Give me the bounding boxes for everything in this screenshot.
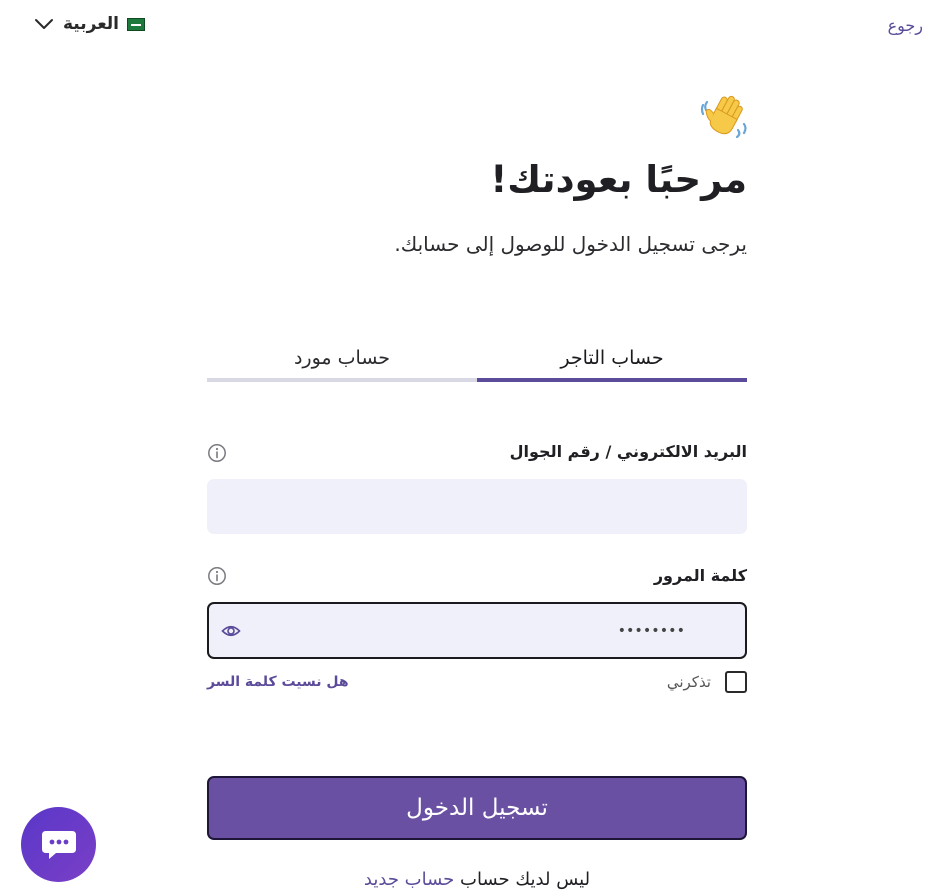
remember-me: تذكرني: [667, 671, 747, 693]
back-link[interactable]: رجوع: [888, 16, 923, 35]
password-label: كلمة المرور: [653, 566, 747, 585]
email-field[interactable]: [207, 479, 747, 534]
remember-me-checkbox[interactable]: [725, 671, 747, 693]
email-input[interactable]: [207, 479, 747, 534]
signup-prompt: ليس لديك حساب حساب جديد: [0, 869, 940, 890]
saudi-flag-icon: [127, 17, 146, 31]
language-switcher[interactable]: العربية: [33, 13, 146, 35]
eye-icon[interactable]: [221, 622, 241, 640]
signup-prompt-text: ليس لديك حساب: [460, 869, 591, 890]
account-type-tabs: حساب التاجر حساب مورد: [207, 338, 747, 382]
password-field[interactable]: [207, 602, 747, 659]
info-icon[interactable]: [207, 443, 227, 463]
language-label: العربية: [63, 14, 120, 34]
email-label: البريد الالكتروني / رقم الجوال: [509, 442, 747, 461]
login-button[interactable]: تسجيل الدخول: [207, 776, 747, 840]
waving-hand-icon: [700, 95, 747, 139]
page-title: مرحبًا بعودتك!: [490, 158, 747, 201]
forgot-password-link[interactable]: هل نسيت كلمة السر: [207, 674, 349, 690]
info-icon[interactable]: [207, 566, 227, 586]
chevron-down-icon: [35, 19, 53, 29]
tab-merchant-account[interactable]: حساب التاجر: [477, 338, 747, 382]
chat-widget-button[interactable]: [21, 807, 96, 882]
remember-me-label: تذكرني: [666, 673, 711, 691]
password-input[interactable]: [209, 604, 745, 657]
tab-supplier-account[interactable]: حساب مورد: [207, 338, 477, 382]
create-account-link[interactable]: حساب جديد: [364, 869, 454, 890]
chat-icon: [41, 830, 76, 859]
page-subtitle: يرجى تسجيل الدخول للوصول إلى حسابك.: [394, 232, 747, 256]
